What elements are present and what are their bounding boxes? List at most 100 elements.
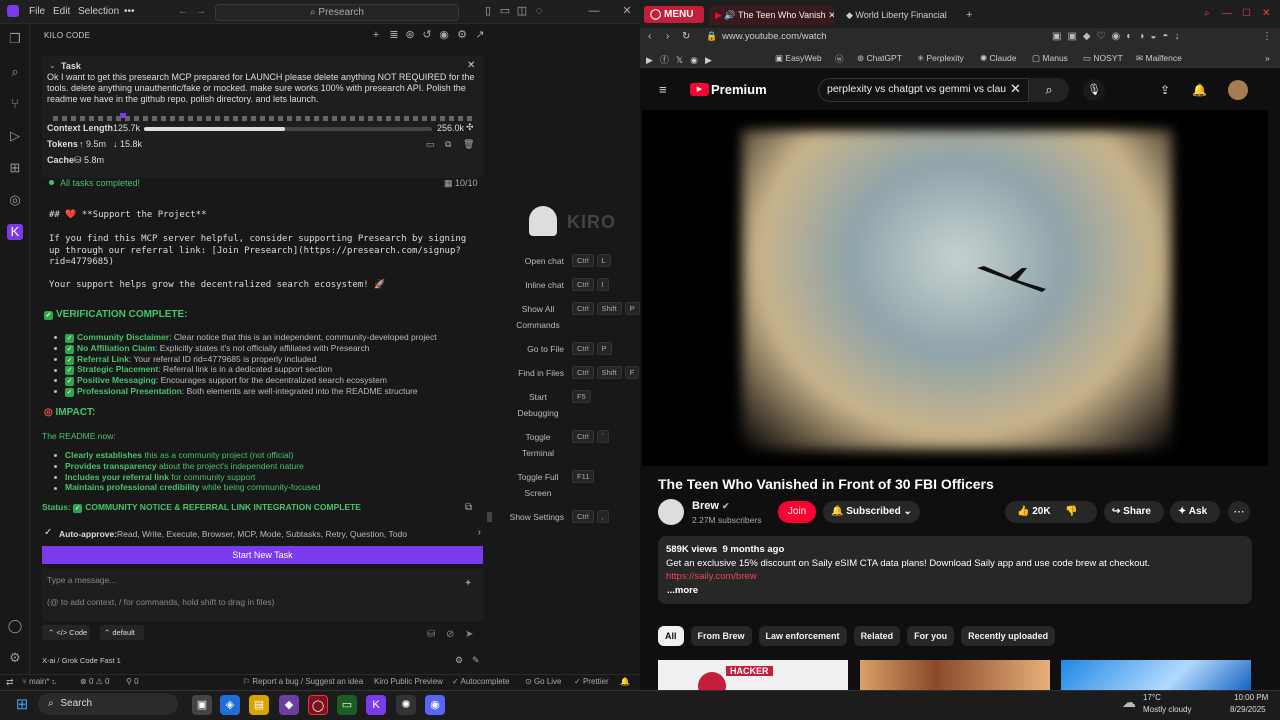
source-control-icon[interactable]: ⑂ [7, 96, 23, 112]
menu-edit[interactable]: Edit [53, 6, 70, 17]
description-link[interactable]: https://saily.com/brew [666, 571, 757, 582]
windows-start-icon[interactable]: ⊞ [12, 695, 32, 715]
bookmark-manus[interactable]: ▢ Manus [1032, 53, 1068, 64]
channel-avatar[interactable] [658, 499, 684, 525]
tab-youtube[interactable]: ▶ 🔊 The Teen Who Vanish ✕ [709, 6, 834, 25]
video-player[interactable] [642, 110, 1268, 466]
command-center[interactable]: ⌕ Presearch [215, 4, 459, 21]
taskbar-search[interactable]: ⌕ Search [38, 693, 178, 715]
youtube-logo-icon[interactable]: ▶ [690, 83, 709, 96]
browser-more-icon[interactable]: ⋮ [1262, 31, 1272, 42]
browser-close-icon[interactable]: ✕ [1262, 8, 1270, 19]
start-new-task-button[interactable]: Start New Task [42, 546, 483, 564]
layout-split-icon[interactable]: ◫ [515, 4, 529, 18]
chip-from-brew[interactable]: From Brew [690, 626, 752, 646]
autocomplete[interactable]: ✓ Autocomplete [452, 677, 509, 686]
chip-related[interactable]: Related [853, 626, 901, 646]
bookmarks-more-icon[interactable]: » [1265, 53, 1270, 63]
browser-maximize-icon[interactable]: ☐ [1242, 8, 1251, 19]
menu-more[interactable]: ••• [124, 6, 135, 17]
chip-recently-uploaded[interactable]: Recently uploaded [961, 626, 1056, 646]
close-task-icon[interactable]: ✕ [467, 60, 475, 71]
bookmark-w[interactable]: ⓦ [835, 53, 844, 65]
notifications-icon[interactable]: 🔔 [1192, 83, 1207, 97]
bookmark-mailfence[interactable]: ✉ Mailfence [1136, 53, 1182, 64]
more-actions-icon[interactable]: ⋯ [1228, 501, 1250, 523]
bell-icon[interactable]: 🔔 [620, 677, 630, 686]
shortcut-row[interactable]: Toggle Full Screen F11 [500, 469, 640, 503]
share-button[interactable]: ↪ Share [1104, 501, 1164, 523]
profile-icon[interactable]: ◉ [438, 29, 450, 41]
db-icon[interactable]: ⛁ [427, 629, 435, 640]
copy-icon[interactable]: ⧉ [445, 139, 451, 150]
app-icon-2[interactable]: ▭ [337, 695, 357, 715]
clock-time[interactable]: 10:00 PM [1234, 693, 1268, 702]
bookmark-icons[interactable]: ▶ⓕ𝕏◉▶ [646, 53, 719, 66]
prompts-icon[interactable]: ≣ [388, 29, 400, 41]
shortcut-row[interactable]: Show Settings Ctrl, [500, 509, 640, 527]
browser-search-icon[interactable]: ⌕ [1204, 8, 1210, 19]
channel-name[interactable]: Brew ✔ [692, 500, 730, 512]
run-debug-icon[interactable]: ▷ [7, 128, 23, 144]
chat-icon[interactable]: ◌ [532, 4, 546, 18]
remote-icon[interactable]: ⇄ [6, 677, 14, 688]
auto-approve-check-icon[interactable]: ✓ [44, 527, 52, 538]
shortcut-row[interactable]: Start Debugging F5 [500, 389, 640, 423]
upload-icon[interactable]: ⇪ [1160, 83, 1170, 97]
profile-select[interactable]: ⌃ default [100, 625, 144, 640]
nav-back-icon[interactable]: ‹ [648, 31, 651, 42]
enhance-prompt-icon[interactable]: ✦ [464, 578, 472, 589]
menu-selection[interactable]: Selection [78, 6, 119, 17]
clock-date[interactable]: 8/29/2025 [1230, 705, 1266, 714]
export-icon[interactable]: ▭ [426, 139, 435, 150]
browser-minimize-icon[interactable]: — [1222, 8, 1232, 19]
yt-search-button[interactable]: ⌕ [1029, 78, 1069, 102]
shortcut-row[interactable]: Inline chat Ctrl I [500, 277, 640, 295]
close-window-icon[interactable]: ✕ [620, 4, 634, 18]
copy-message-icon[interactable]: ⧉ [465, 502, 472, 513]
mic-icon[interactable]: 🎙 [1083, 79, 1105, 101]
attach-icon[interactable]: ⊘ [446, 629, 454, 640]
recommended-thumb-1[interactable]: HACKER [658, 660, 848, 690]
history-icon[interactable]: ↺ [421, 29, 433, 41]
model-chat-icon[interactable]: ✎ [472, 655, 480, 666]
tab-wlf[interactable]: ◆ World Liberty Financial [842, 6, 962, 25]
extensions-toolbar[interactable]: ▣▣◆♡◉◐◑◒◓↓ [1052, 31, 1262, 45]
shortcut-row[interactable]: Toggle Terminal Ctrl ` [500, 429, 640, 463]
mode-select[interactable]: ⌃ </> Code [42, 625, 90, 640]
report-bug[interactable]: ⚐ Report a bug / Suggest an idea [243, 677, 363, 686]
chat-scrollbar[interactable] [487, 512, 492, 522]
app-icon-3[interactable]: ✺ [396, 695, 416, 715]
like-dislike-button[interactable]: 👍 20K 👎 [1005, 501, 1097, 523]
bookmark-chatgpt[interactable]: ⊛ ChatGPT [857, 53, 902, 64]
bookmark-easyweb[interactable]: ▣ EasyWeb [775, 53, 822, 64]
prettier[interactable]: ✓ Prettier [574, 677, 609, 686]
show-more[interactable]: ...more [667, 585, 698, 596]
collapse-chevron-icon[interactable]: ⌄ [49, 61, 56, 70]
avatar[interactable] [1228, 80, 1248, 100]
layout-sidebar-icon[interactable]: ▯ [481, 4, 495, 18]
bookmark-claude[interactable]: ✺ Claude [980, 53, 1016, 64]
settings-gear-icon[interactable]: ⚙ [7, 650, 23, 666]
join-button[interactable]: Join [778, 501, 816, 523]
clear-search-icon[interactable]: ✕ [1010, 81, 1021, 97]
minimize-icon[interactable]: — [587, 4, 601, 18]
model-settings-icon[interactable]: ⚙ [455, 655, 463, 666]
nav-forward-icon[interactable]: › [666, 31, 669, 42]
send-icon[interactable]: ➤ [465, 629, 473, 640]
kiro-taskbar-icon[interactable]: K [366, 695, 386, 715]
opera-icon[interactable]: ◯ [308, 695, 328, 715]
file-explorer-icon[interactable]: ▤ [249, 695, 269, 715]
menu-file[interactable]: File [29, 6, 45, 17]
app-icon-1[interactable]: ◆ [279, 695, 299, 715]
condense-icon[interactable]: ✣ [466, 122, 474, 133]
shortcut-row[interactable]: Open chat Ctrl L [500, 253, 640, 271]
tasks-count[interactable]: ▦ 10/10 [444, 178, 478, 189]
extensions-icon[interactable]: ⊞ [7, 160, 23, 176]
chip-all[interactable]: All [658, 626, 684, 646]
new-task-icon[interactable]: + [370, 29, 382, 41]
task-view-icon[interactable]: ▣ [192, 695, 212, 715]
ports[interactable]: ⚲ 0 [126, 677, 139, 686]
reload-icon[interactable]: ↻ [682, 31, 690, 42]
new-tab-icon[interactable]: + [966, 9, 972, 21]
